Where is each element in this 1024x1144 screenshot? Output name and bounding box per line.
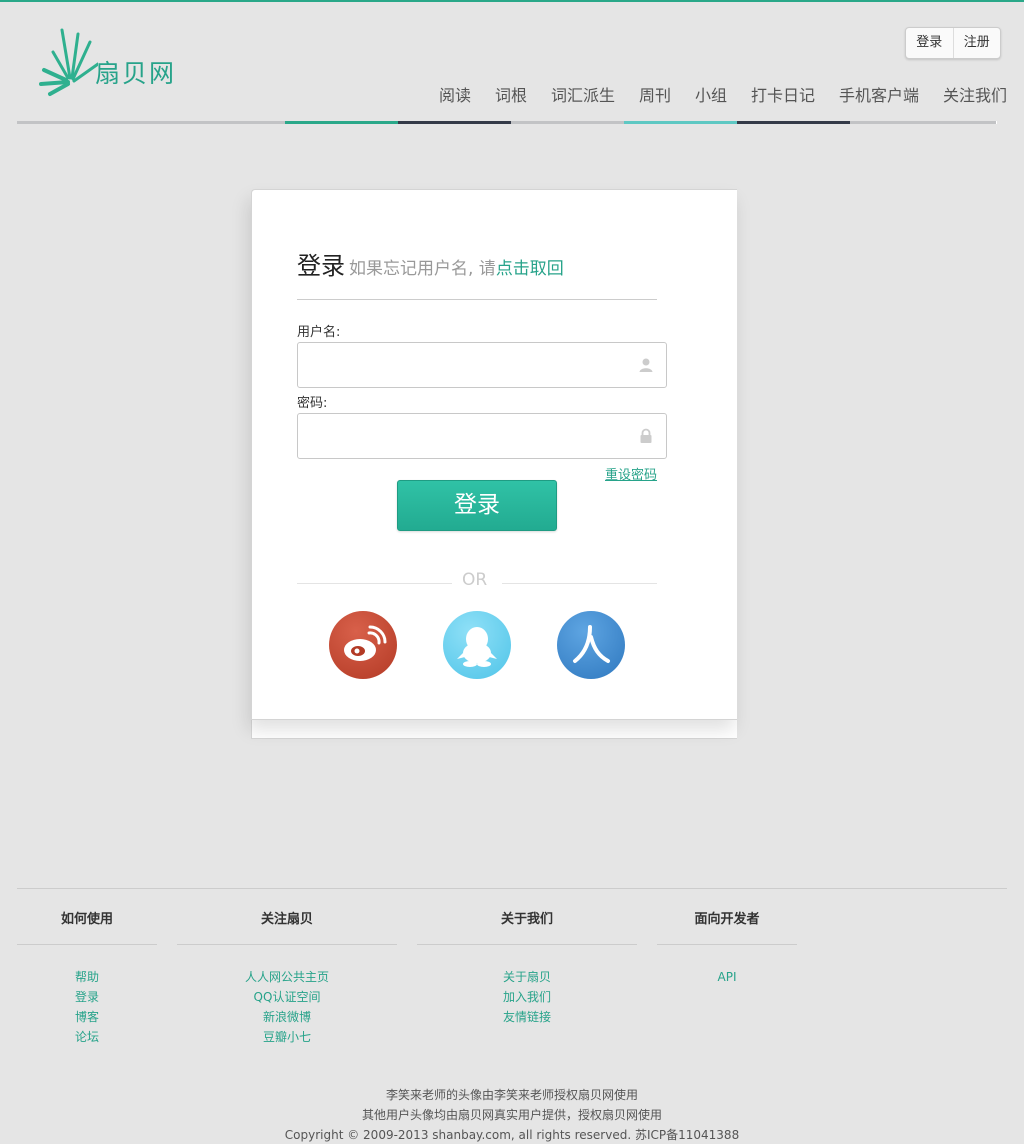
header-register-button[interactable]: 注册 <box>952 28 1001 58</box>
footer-credit-line-1: 李笑来老师的头像由李笑来老师授权扇贝网使用 <box>385 1088 638 1102</box>
renren-icon <box>573 625 610 663</box>
footer-link-help[interactable]: 帮助 <box>17 967 157 987</box>
retrieve-username-link[interactable]: 点击取回 <box>496 259 564 279</box>
or-separator: OR <box>462 570 488 590</box>
login-card: 登录 如果忘记用户名, 请点击取回 用户名: 密码: 重设密码 登录 OR <box>251 189 737 720</box>
login-heading: 登录 <box>297 252 345 280</box>
weibo-login-button[interactable] <box>329 611 397 679</box>
qq-penguin-icon <box>457 627 497 667</box>
footer-column-follow: 关注扇贝 人人网公共主页 QQ认证空间 新浪微博 豆瓣小七 <box>177 908 397 1047</box>
footer-link-join[interactable]: 加入我们 <box>417 987 637 1007</box>
main-nav: 阅读 词根 词汇派生 周刊 小组 打卡日记 手机客户端 关注我们 <box>0 82 1024 106</box>
footer-column-rule <box>17 944 157 945</box>
nav-item-mobile-client[interactable]: 手机客户端 <box>839 82 919 106</box>
footer-link-renren-page[interactable]: 人人网公共主页 <box>177 967 397 987</box>
nav-item-follow-us[interactable]: 关注我们 <box>943 82 1007 106</box>
user-icon <box>639 358 653 372</box>
footer-link-login[interactable]: 登录 <box>17 987 157 1007</box>
footer-credit-line-2: 其他用户头像均由扇贝网真实用户提供，授权扇贝网使用 <box>361 1108 662 1122</box>
qq-login-button[interactable] <box>443 611 511 679</box>
username-label: 用户名: <box>297 325 341 340</box>
username-field-wrapper <box>297 342 667 388</box>
card-stack-layer <box>251 730 737 739</box>
nav-item-checkin-diary[interactable]: 打卡日记 <box>751 82 815 106</box>
login-title: 登录 如果忘记用户名, 请点击取回 <box>297 246 564 281</box>
footer-column-developers: 面向开发者 API <box>657 908 797 987</box>
password-label: 密码: <box>297 396 328 411</box>
footer-column-title: 如何使用 <box>60 912 113 927</box>
footer-column-title: 关注扇贝 <box>260 912 313 927</box>
nav-color-bar <box>17 121 1007 124</box>
footer-column-rule <box>177 944 397 945</box>
footer-copyright: Copyright © 2009-2013 shanbay.com, all r… <box>284 1128 740 1142</box>
footer-column-rule <box>417 944 637 945</box>
or-divider-left <box>297 583 452 584</box>
username-input[interactable] <box>298 343 618 387</box>
reset-password-link[interactable]: 重设密码 <box>605 464 657 483</box>
login-submit-button[interactable]: 登录 <box>397 480 557 531</box>
footer-link-sina-weibo[interactable]: 新浪微博 <box>177 1007 397 1027</box>
password-field-wrapper <box>297 413 667 459</box>
footer-link-friend-links[interactable]: 友情链接 <box>417 1007 637 1027</box>
footer-column-title: 面向开发者 <box>694 912 760 927</box>
footer-column-rule <box>657 944 797 945</box>
weibo-icon <box>344 625 387 661</box>
or-divider-right <box>502 583 657 584</box>
auth-button-group: 登录 注册 <box>905 27 1001 59</box>
footer-column-how-to-use: 如何使用 帮助 登录 博客 论坛 <box>17 908 157 1047</box>
footer-link-api[interactable]: API <box>657 967 797 987</box>
nav-item-roots[interactable]: 词根 <box>495 82 527 106</box>
header-login-button[interactable]: 登录 <box>906 28 953 58</box>
nav-item-groups[interactable]: 小组 <box>695 82 727 106</box>
title-divider <box>297 299 657 300</box>
footer-column-about: 关于我们 关于扇贝 加入我们 友情链接 <box>417 908 637 1027</box>
footer-column-title: 关于我们 <box>500 912 553 927</box>
lock-icon <box>640 428 652 443</box>
footer-link-about[interactable]: 关于扇贝 <box>417 967 637 987</box>
password-input[interactable] <box>298 414 618 458</box>
renren-login-button[interactable] <box>557 611 625 679</box>
footer-link-blog[interactable]: 博客 <box>17 1007 157 1027</box>
footer-link-forum[interactable]: 论坛 <box>17 1027 157 1047</box>
top-accent-line <box>0 0 1024 2</box>
forgot-username-hint: 如果忘记用户名, 请点击取回 <box>349 259 564 279</box>
footer-link-douban[interactable]: 豆瓣小七 <box>177 1027 397 1047</box>
footer-link-qq-space[interactable]: QQ认证空间 <box>177 987 397 1007</box>
footer-divider <box>17 888 1007 889</box>
nav-item-derivation[interactable]: 词汇派生 <box>551 82 615 106</box>
forgot-username-text: 如果忘记用户名, 请 <box>349 259 496 279</box>
nav-item-read[interactable]: 阅读 <box>439 82 471 106</box>
nav-item-weekly[interactable]: 周刊 <box>639 82 671 106</box>
